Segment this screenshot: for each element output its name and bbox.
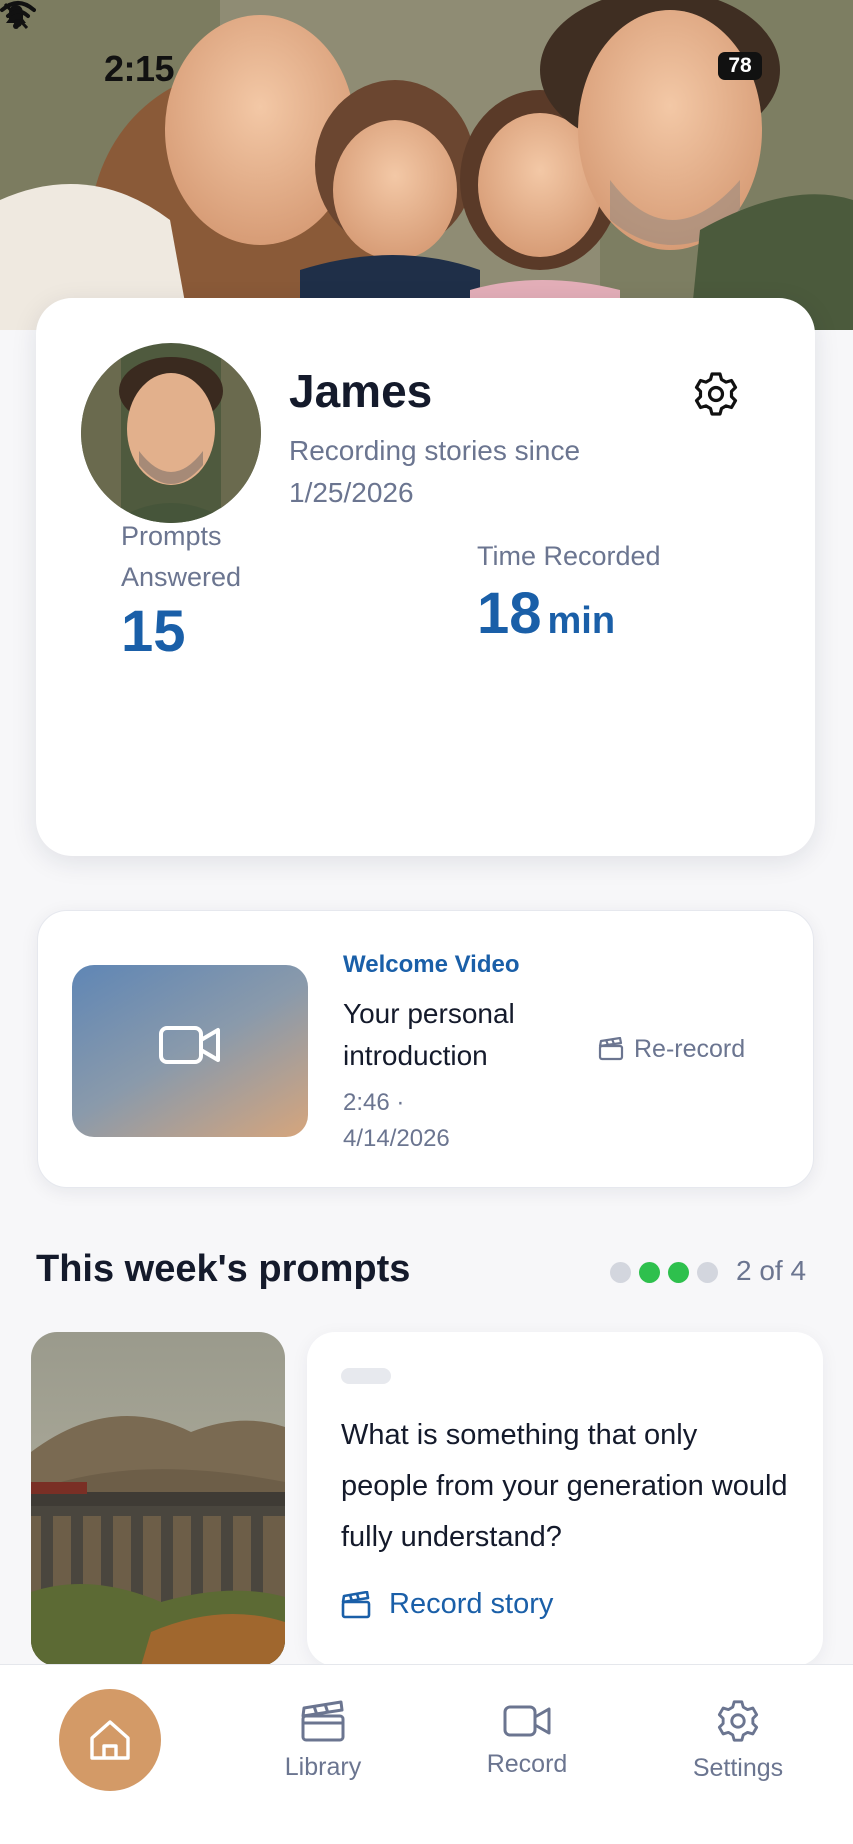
- tab-settings-label: Settings: [692, 1753, 784, 1782]
- page-indicator: 2 of 4: [736, 1255, 807, 1286]
- avatar[interactable]: [81, 343, 261, 523]
- video-thumbnail[interactable]: [72, 965, 308, 1137]
- profile-since: Recording stories since 1/25/2026: [289, 435, 581, 508]
- record-story-button[interactable]: Record story: [341, 1588, 553, 1621]
- rerecord-button[interactable]: Re-record: [598, 1029, 745, 1069]
- video-meta: 2:46 · 4/14/2026: [343, 1089, 450, 1152]
- record-story-label: Record story: [389, 1588, 554, 1620]
- tab-record-label: Record: [486, 1749, 568, 1778]
- profile-card: James Recording stories since 1/25/2026 …: [36, 298, 815, 856]
- clapperboard-icon: [598, 1037, 624, 1061]
- profile-name: James: [289, 365, 433, 417]
- gear-icon: [717, 1699, 759, 1742]
- avatar-image: [81, 343, 261, 523]
- video-camera-icon: [503, 1705, 551, 1736]
- pagination-dot[interactable]: [697, 1262, 718, 1283]
- clapperboard-icon: [341, 1590, 371, 1618]
- tab-bar: Library Record Settings: [0, 1664, 853, 1844]
- clapperboard-icon: [301, 1700, 345, 1741]
- tab-settings[interactable]: Settings: [648, 1665, 828, 1815]
- prompts-answered-label: Prompts Answered: [121, 521, 242, 592]
- welcome-video-card[interactable]: Welcome Video Your personal introduction…: [37, 910, 814, 1188]
- status-time: 2:15: [104, 48, 175, 89]
- prompt-text: What is something that only people from …: [341, 1419, 788, 1553]
- status-bar: 2:15 78: [0, 0, 853, 140]
- time-recorded-number: 18: [477, 581, 542, 646]
- pagination-dot-active[interactable]: [639, 1262, 660, 1283]
- video-title: Your personal introduction: [343, 998, 515, 1071]
- video-camera-icon: [159, 1026, 220, 1064]
- prompt-pagination-dots[interactable]: [610, 1262, 718, 1283]
- tab-home[interactable]: [20, 1665, 200, 1815]
- gear-icon[interactable]: [692, 370, 740, 418]
- wifi-icon: [0, 1, 36, 27]
- home-icon: [90, 1720, 130, 1760]
- section-title-prompts: This week's prompts: [36, 1248, 411, 1290]
- pagination-dot[interactable]: [610, 1262, 631, 1283]
- prompts-answered-value: 15: [121, 599, 186, 664]
- hero-family-photo: 2:15 78: [0, 0, 853, 330]
- prompt-image[interactable]: [31, 1332, 285, 1666]
- video-kicker: Welcome Video: [343, 951, 520, 978]
- tab-record[interactable]: Record: [437, 1665, 617, 1815]
- pagination-dot-active[interactable]: [668, 1262, 689, 1283]
- home-active-indicator: [59, 1689, 161, 1791]
- time-recorded-unit: min: [547, 600, 616, 642]
- time-recorded-label: Time Recorded: [477, 541, 661, 571]
- viaduct-landscape-image: [31, 1332, 285, 1666]
- prompt-card[interactable]: What is something that only people from …: [307, 1332, 823, 1666]
- prompt-tag: [341, 1368, 391, 1384]
- tab-library[interactable]: Library: [233, 1665, 413, 1815]
- tab-library-label: Library: [284, 1752, 362, 1781]
- time-recorded-value: 18 min: [477, 580, 615, 647]
- battery-indicator: 78: [718, 52, 762, 80]
- rerecord-label: Re-record: [634, 1034, 746, 1063]
